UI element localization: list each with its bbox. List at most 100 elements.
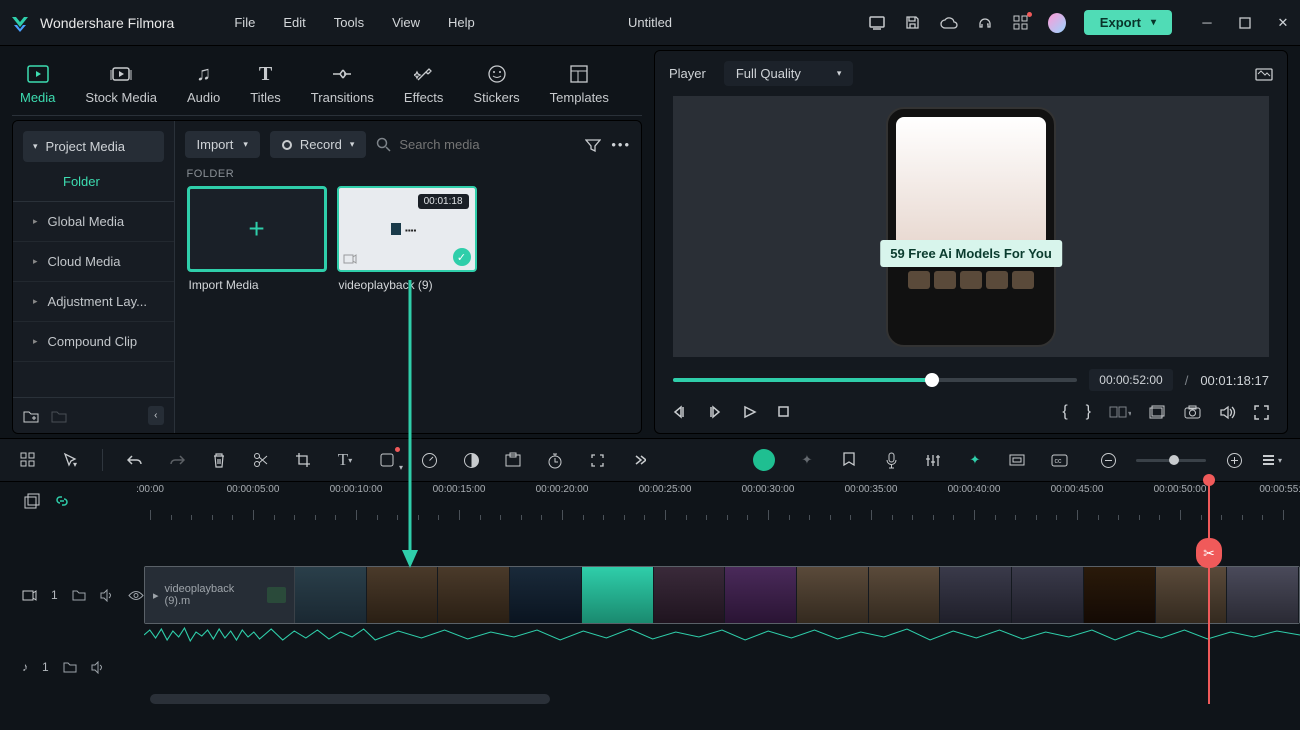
expand-button[interactable] [587, 450, 607, 470]
redo-button[interactable] [167, 450, 187, 470]
pointer-tool-icon[interactable]: ▾ [60, 450, 80, 470]
video-clip-card[interactable]: 00:01:18 ▪▪▪▪ ✓ videoplayback (9) [337, 186, 477, 298]
apps-icon[interactable] [1012, 14, 1030, 32]
search-input[interactable] [399, 137, 575, 152]
fullscreen-button[interactable] [1254, 405, 1269, 420]
export-button[interactable]: Export▾ [1084, 10, 1172, 35]
zoom-out-button[interactable] [1098, 450, 1118, 470]
maximize-button[interactable] [1236, 14, 1254, 32]
timeline-ruler[interactable]: :00:0000:00:05:0000:00:10:0000:00:15:000… [130, 482, 1300, 520]
quality-dropdown[interactable]: Full Quality▾ [724, 61, 854, 86]
device-icon[interactable] [868, 14, 886, 32]
mark-in-button[interactable]: { [1062, 403, 1067, 421]
stop-button[interactable] [777, 405, 790, 419]
crop-button[interactable] [293, 450, 313, 470]
sparkle-icon[interactable]: ✦ [797, 450, 817, 470]
collapse-sidebar-button[interactable]: ‹ [148, 406, 163, 425]
video-clip[interactable]: ▸videoplayback (9).m [144, 566, 1300, 624]
snapshot-button[interactable] [1184, 405, 1201, 419]
select-tool-icon[interactable] [18, 450, 38, 470]
player-tab[interactable]: Player [669, 66, 706, 81]
delete-button[interactable] [209, 450, 229, 470]
headset-icon[interactable] [976, 14, 994, 32]
marker-icon[interactable] [839, 450, 859, 470]
next-frame-button[interactable] [708, 405, 723, 419]
caret-right-icon: ▸ [33, 336, 38, 347]
ai-button[interactable] [753, 449, 775, 471]
mark-out-button[interactable]: } [1086, 403, 1091, 421]
track-folder-icon[interactable] [72, 589, 86, 601]
ribbon-audio[interactable]: ♫Audio [179, 58, 228, 109]
volume-icon[interactable] [1219, 405, 1236, 420]
import-card-label: Import Media [187, 272, 327, 298]
menu-tools[interactable]: Tools [334, 15, 364, 30]
mic-icon[interactable] [881, 450, 901, 470]
menu-help[interactable]: Help [448, 15, 475, 30]
timeline-layers-icon[interactable] [24, 493, 40, 509]
menu-view[interactable]: View [392, 15, 420, 30]
folder-icon[interactable] [51, 409, 67, 423]
new-folder-icon[interactable] [23, 409, 39, 423]
avatar[interactable] [1048, 14, 1066, 32]
snapshot-icon[interactable] [1255, 66, 1273, 81]
menu-edit[interactable]: Edit [283, 15, 305, 30]
speed-button[interactable] [419, 450, 439, 470]
menu-file[interactable]: File [234, 15, 255, 30]
timeline-horizontal-scrollbar[interactable] [150, 694, 550, 704]
split-button[interactable] [251, 450, 271, 470]
play-button[interactable] [743, 405, 757, 419]
filter-icon[interactable] [585, 138, 601, 152]
audio-mixer-icon[interactable] [923, 450, 943, 470]
render-preview-icon[interactable] [1149, 405, 1166, 419]
track-mute-icon[interactable] [91, 661, 105, 674]
cloud-icon[interactable] [940, 14, 958, 32]
minimize-button[interactable]: ─ [1198, 14, 1216, 32]
captions-icon[interactable]: cc [1049, 450, 1069, 470]
display-mode-dropdown[interactable]: ▾ [1109, 405, 1131, 419]
ribbon-titles[interactable]: TTitles [242, 58, 289, 109]
caret-right-icon: ▸ [33, 296, 38, 307]
view-options-icon[interactable]: ▾ [1262, 450, 1282, 470]
scrub-bar[interactable] [673, 378, 1077, 382]
more-icon[interactable]: ••• [611, 137, 631, 152]
link-icon[interactable] [1007, 450, 1027, 470]
sidebar-global-media[interactable]: ▸Global Media [13, 202, 174, 242]
folder-label[interactable]: Folder [13, 162, 174, 202]
sidebar-cloud-media[interactable]: ▸Cloud Media [13, 242, 174, 282]
playhead[interactable]: ✂ [1208, 482, 1210, 704]
prev-frame-button[interactable] [673, 405, 688, 419]
scrub-thumb[interactable] [925, 373, 939, 387]
folder-section-header: FOLDER [175, 168, 641, 186]
split-at-playhead-button[interactable]: ✂ [1196, 538, 1222, 568]
timeline-link-icon[interactable] [54, 493, 70, 509]
undo-button[interactable] [125, 450, 145, 470]
ribbon-stock[interactable]: Stock Media [77, 58, 165, 109]
project-media-header[interactable]: ▾Project Media [23, 131, 164, 162]
duration-button[interactable] [545, 450, 565, 470]
ribbon-media[interactable]: Media [12, 58, 63, 109]
track-mute-icon[interactable] [100, 589, 114, 602]
mask-button[interactable] [503, 450, 523, 470]
document-title: Untitled [628, 15, 672, 30]
track-folder-icon[interactable] [63, 661, 77, 673]
import-dropdown[interactable]: Import▾ [185, 131, 260, 158]
save-icon[interactable] [904, 14, 922, 32]
color-button[interactable] [461, 450, 481, 470]
text-button[interactable]: T▾ [335, 450, 355, 470]
more-tools-button[interactable] [629, 450, 649, 470]
zoom-in-button[interactable] [1224, 450, 1244, 470]
keyframe-button[interactable]: ▾ [377, 450, 397, 470]
import-media-card[interactable]: + Import Media [187, 186, 327, 298]
sidebar-adjustment-layer[interactable]: ▸Adjustment Lay... [13, 282, 174, 322]
sidebar-compound-clip[interactable]: ▸Compound Clip [13, 322, 174, 362]
ribbon-effects[interactable]: Effects [396, 58, 452, 109]
preview-viewport[interactable]: 59 Free Ai Models For You [673, 96, 1269, 357]
record-dropdown[interactable]: Record▾ [270, 131, 366, 158]
ribbon-templates[interactable]: Templates [542, 58, 617, 109]
close-button[interactable]: ✕ [1274, 14, 1292, 32]
ribbon-stickers[interactable]: Stickers [465, 58, 527, 109]
snap-icon[interactable]: ✦ [965, 450, 985, 470]
main-menu: File Edit Tools View Help [234, 15, 474, 30]
ribbon-transitions[interactable]: Transitions [303, 58, 382, 109]
zoom-slider[interactable] [1136, 459, 1206, 462]
